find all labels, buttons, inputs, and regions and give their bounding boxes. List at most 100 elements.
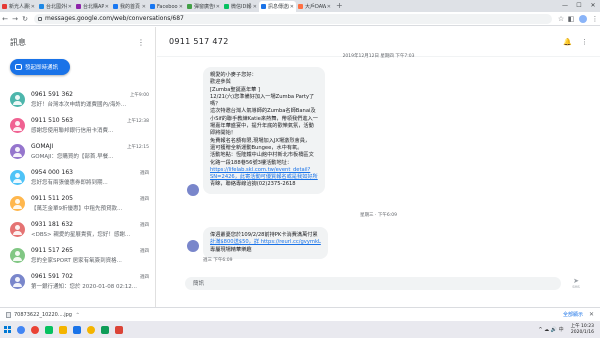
back-icon[interactable]: ← <box>0 15 10 23</box>
maximize-icon[interactable]: ☐ <box>572 0 586 12</box>
conversation-item[interactable]: 0931 181 632 <DBS> 親愛的星展貴賓，您好！感謝... 週四 <box>0 216 155 242</box>
conversation-more-icon[interactable]: ⋮ <box>581 38 588 46</box>
browser-tab[interactable]: Facebook✕ <box>148 1 185 12</box>
conversation-snippet: <DBS> 親愛的星展貴賓，您好！感謝... <box>31 231 131 238</box>
app-icon <box>31 325 39 334</box>
tab-close-icon[interactable]: ✕ <box>68 4 72 10</box>
tab-close-icon[interactable]: ✕ <box>31 4 35 10</box>
taskbar-app-button[interactable] <box>98 321 112 338</box>
close-icon[interactable]: ✕ <box>589 311 594 318</box>
conversation-time: 上午12:38 <box>127 119 149 124</box>
tab-close-icon[interactable]: ✕ <box>253 4 257 10</box>
tab-favicon-icon <box>187 4 192 9</box>
conversation-sidebar: 訊息 ⋮ 發起即時通訊 0961 591 362 您好！台灣本次申請的運費國內/海… <box>0 27 156 307</box>
conversation-item[interactable]: GOMAJI GOMAJI：您購買的【部首.早餐... 上午12:15 <box>0 138 155 164</box>
message-input[interactable]: 簡訊 <box>185 276 561 290</box>
sender-avatar <box>187 240 199 252</box>
forward-icon[interactable]: → <box>10 15 20 23</box>
tab-close-icon[interactable]: ✕ <box>216 4 220 10</box>
clock[interactable]: 上午 10:23 2020/1/16 <box>571 324 594 336</box>
start-chat-button[interactable]: 發起即時通訊 <box>10 59 70 75</box>
tab-close-icon[interactable]: ✕ <box>179 4 183 10</box>
browser-tab[interactable]: 新光人壽投保 ...✕ <box>0 1 37 12</box>
new-tab-button[interactable]: + <box>333 1 346 12</box>
conversation-time: 週四 <box>140 249 149 254</box>
message-line: 這次特邀台灣人氣導師的Zumba名師Banai及 <box>210 108 316 115</box>
conversation-snippet: 【萬芝金單9折優惠】中租先預貸款... <box>31 205 123 212</box>
conversation-item[interactable]: 0911 517 265 您的全家SPORT 居家有氧簽到資格... 週四 <box>0 242 155 268</box>
tab-label: Facebook <box>157 3 178 10</box>
conversation-snippet: 第一銀行通知：您於 2020-01-08 02:12... <box>31 283 137 290</box>
sidebar-title: 訊息 <box>10 37 26 47</box>
taskbar-app-button[interactable] <box>28 321 42 338</box>
close-window-icon[interactable]: ✕ <box>586 0 600 12</box>
taskbar-app-button[interactable] <box>14 321 28 338</box>
message-line: [Zumba聖誕嘉年華 ] <box>210 86 261 93</box>
start-button[interactable] <box>0 321 14 338</box>
taskbar-app-button[interactable] <box>112 321 126 338</box>
message-line[interactable]: 計滿$800送$50，詳 https://reurl.cc/gvymkL <box>210 239 321 246</box>
conversation-name: 0954 000 163 <box>31 168 73 176</box>
message-time: 週三 下午6:09 <box>203 258 233 263</box>
tray-icons[interactable]: ^ ☁ 🔊 中 <box>538 326 563 333</box>
conversation-name: 0961 591 362 <box>31 90 73 98</box>
reload-icon[interactable]: ↻ <box>20 15 30 23</box>
message-input-placeholder: 簡訊 <box>193 281 205 287</box>
conversation-time: 週四 <box>140 197 149 202</box>
lock-icon <box>38 16 42 21</box>
browser-tab[interactable]: 微信ID報名 ...✕ <box>222 1 259 12</box>
extension-icon[interactable]: ◧ <box>566 15 576 23</box>
message-line: 12/21(六)您準備好加入一場Zumba Party了 <box>210 93 315 100</box>
tab-label: 大戶DAWHO ... <box>305 4 326 10</box>
tab-close-icon[interactable]: ✕ <box>105 4 109 10</box>
browser-tab[interactable]: 彈窗廣告008 ...✕ <box>185 1 222 12</box>
browser-menu-icon[interactable]: ⋮ <box>590 15 600 23</box>
day-stamp: 2019年12月12日 星期四 下午7:03 <box>342 54 415 59</box>
app-icon <box>17 325 25 334</box>
sender-avatar <box>187 184 199 196</box>
taskbar-app-button[interactable] <box>70 321 84 338</box>
taskbar-app-button[interactable] <box>42 321 56 338</box>
conversation-list: 0961 591 362 您好！台灣本次申請的運費國內/海外... 上午9:00 09… <box>0 86 155 294</box>
taskbar-app-button[interactable] <box>56 321 70 338</box>
notification-icon[interactable]: 🔔 <box>563 38 572 46</box>
conversation-item[interactable]: 0961 591 702 第一銀行通知：您於 2020-01-08 02:12..… <box>0 268 155 294</box>
browser-tab[interactable]: 台北國外觀光 ...✕ <box>37 1 74 12</box>
message-line: 活動地點：恆隆鐵中山館中村新北市板橋區文 <box>210 152 314 159</box>
address-bar[interactable]: messages.google.com/web/conversations/68… <box>34 13 552 24</box>
message-line: 免費報名名額有限,現場加入JX場激烈會員， <box>210 137 311 144</box>
conversation-item[interactable]: 0961 591 362 您好！台灣本次申請的運費國內/海外... 上午9:00 <box>0 86 155 112</box>
browser-tab[interactable]: 我的首頁 - Fa ...✕ <box>111 1 148 12</box>
browser-toolbar: ← → ↻ messages.google.com/web/conversati… <box>0 12 600 26</box>
minimize-icon[interactable]: — <box>558 0 572 12</box>
tab-close-icon[interactable]: ✕ <box>290 4 294 10</box>
browser-tab[interactable]: 台北購APP上 ...✕ <box>74 1 111 12</box>
file-icon <box>6 311 11 318</box>
download-item[interactable]: 70873622_10220....jpg ^ <box>0 311 85 318</box>
conversation-item[interactable]: 0911 510 563 感謝您使用聯邦銀行信用卡消費... 上午12:38 <box>0 112 155 138</box>
conversation-name: GOMAJI <box>31 142 54 150</box>
avatar <box>10 143 25 159</box>
download-filename: 70873622_10220....jpg <box>14 311 72 318</box>
tab-strip: 新光人壽投保 ...✕台北國外觀光 ...✕台北購APP上 ...✕我的首頁 -… <box>0 0 600 12</box>
browser-tab[interactable]: 大戶DAWHO ...✕ <box>296 1 333 12</box>
tab-label: 台北購APP上 ... <box>83 4 104 10</box>
send-button[interactable]: ➤ SMS <box>567 274 585 292</box>
chevron-up-icon[interactable]: ^ <box>76 312 79 317</box>
browser-tab[interactable]: 訊息傳送的 ...✕ <box>259 1 296 12</box>
window-controls: — ☐ ✕ <box>558 0 600 12</box>
conversation-item[interactable]: 0954 000 163 您好您有兩張優惠券即將到期... 週四 <box>0 164 155 190</box>
profile-avatar[interactable] <box>579 14 587 23</box>
tab-close-icon[interactable]: ✕ <box>327 4 331 10</box>
message-line: 化路一段188巷56號3樓活動地址： <box>210 159 293 166</box>
conversation-item[interactable]: 0911 511 205 【萬芝金單9折優惠】中租先預貸款... 週四 <box>0 190 155 216</box>
sidebar-more-icon[interactable]: ⋮ <box>137 38 145 47</box>
taskbar-app-button[interactable] <box>84 321 98 338</box>
star-icon[interactable]: ☆ <box>556 15 566 23</box>
message-line: 即將開始！ <box>210 130 236 137</box>
conversation-name: 0961 591 702 <box>31 272 73 280</box>
tab-close-icon[interactable]: ✕ <box>142 4 146 10</box>
taskbar: ^ ☁ 🔊 中 上午 10:23 2020/1/16 <box>0 321 600 338</box>
tab-favicon-icon <box>150 4 155 9</box>
show-all-button[interactable]: 全部顯示 <box>563 311 583 318</box>
